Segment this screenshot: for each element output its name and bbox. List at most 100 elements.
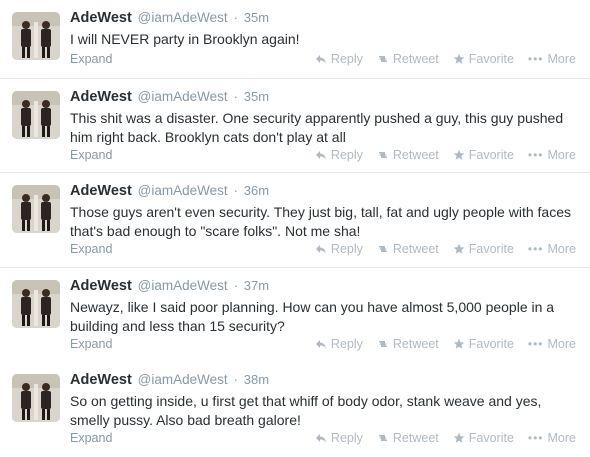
- separator: ·: [233, 89, 238, 104]
- retweet-icon: [378, 341, 387, 347]
- more-button[interactable]: ••• More: [528, 52, 576, 66]
- reply-label: Reply: [330, 337, 363, 351]
- retweet-label: Retweet: [392, 242, 439, 256]
- avatar[interactable]: [12, 91, 60, 139]
- timestamp[interactable]: 36m: [244, 183, 269, 198]
- retweet-icon: [378, 152, 387, 158]
- reply-label: Reply: [330, 431, 363, 445]
- tweet-actions: Reply Retweet Favorite ••• More: [315, 337, 576, 351]
- expand-link[interactable]: Expand: [70, 148, 112, 162]
- more-label: More: [547, 431, 576, 445]
- retweet-label: Retweet: [392, 52, 439, 66]
- favorite-label: Favorite: [468, 52, 514, 66]
- tweet-header: AdeWest @iamAdeWest · 38m: [70, 371, 269, 388]
- separator: ·: [233, 372, 238, 387]
- retweet-button[interactable]: Retweet: [377, 148, 439, 162]
- reply-button[interactable]: Reply: [315, 242, 363, 256]
- username[interactable]: @iamAdeWest: [138, 183, 228, 198]
- tweet-text: This shit was a disaster. One security a…: [70, 110, 564, 145]
- tweet-text: Newayz, like I said poor planning. How c…: [70, 299, 555, 334]
- favorite-button[interactable]: Favorite: [453, 337, 514, 351]
- username[interactable]: @iamAdeWest: [138, 89, 228, 104]
- more-button[interactable]: ••• More: [528, 242, 576, 256]
- avatar[interactable]: [12, 185, 60, 233]
- retweet-label: Retweet: [392, 337, 439, 351]
- reply-button[interactable]: Reply: [315, 431, 363, 445]
- retweet-button[interactable]: Retweet: [377, 337, 439, 351]
- ellipsis-icon: •••: [527, 431, 544, 445]
- retweet-button[interactable]: Retweet: [377, 242, 439, 256]
- reply-button[interactable]: Reply: [315, 148, 363, 162]
- retweet-label: Retweet: [392, 148, 439, 162]
- more-label: More: [547, 148, 576, 162]
- avatar[interactable]: [12, 374, 60, 422]
- favorite-label: Favorite: [468, 148, 514, 162]
- retweet-button[interactable]: Retweet: [377, 431, 439, 445]
- favorite-button[interactable]: Favorite: [453, 52, 514, 66]
- retweet-icon: [378, 56, 387, 62]
- reply-button[interactable]: Reply: [315, 337, 363, 351]
- ellipsis-icon: •••: [527, 52, 544, 66]
- favorite-button[interactable]: Favorite: [453, 148, 514, 162]
- username[interactable]: @iamAdeWest: [138, 10, 228, 25]
- star-icon: [453, 432, 465, 443]
- more-label: More: [547, 52, 576, 66]
- ellipsis-icon: •••: [527, 337, 544, 351]
- tweet-header: AdeWest @iamAdeWest · 37m: [70, 277, 269, 294]
- timestamp[interactable]: 35m: [244, 89, 269, 104]
- reply-arrow-icon: [315, 55, 326, 64]
- fullname[interactable]: AdeWest: [70, 89, 132, 105]
- favorite-label: Favorite: [468, 242, 514, 256]
- tweet-footer: Expand Reply Retweet Favorite ••• More: [70, 242, 576, 258]
- retweet-icon: [378, 435, 387, 441]
- tweet-text: So on getting inside, u first get that w…: [70, 393, 542, 428]
- expand-link[interactable]: Expand: [70, 52, 112, 66]
- retweet-icon: [378, 246, 387, 252]
- tweet-actions: Reply Retweet Favorite ••• More: [315, 242, 576, 256]
- expand-link[interactable]: Expand: [70, 242, 112, 256]
- tweet[interactable]: AdeWest @iamAdeWest · 35m This shit was …: [0, 78, 590, 173]
- retweet-label: Retweet: [392, 431, 439, 445]
- tweet-timeline: AdeWest @iamAdeWest · 35m I will NEVER p…: [0, 0, 590, 457]
- more-button[interactable]: ••• More: [528, 431, 576, 445]
- favorite-button[interactable]: Favorite: [453, 431, 514, 445]
- tweet[interactable]: AdeWest @iamAdeWest · 36m Those guys are…: [0, 173, 590, 268]
- more-button[interactable]: ••• More: [528, 337, 576, 351]
- tweet[interactable]: AdeWest @iamAdeWest · 38m So on getting …: [0, 362, 590, 457]
- star-icon: [453, 149, 465, 160]
- favorite-label: Favorite: [468, 337, 514, 351]
- tweet-header: AdeWest @iamAdeWest · 36m: [70, 182, 269, 199]
- reply-label: Reply: [330, 148, 363, 162]
- fullname[interactable]: AdeWest: [70, 372, 132, 388]
- tweet-footer: Expand Reply Retweet Favorite ••• More: [70, 337, 576, 353]
- fullname[interactable]: AdeWest: [70, 278, 132, 294]
- reply-arrow-icon: [315, 340, 326, 349]
- separator: ·: [233, 278, 238, 293]
- tweet[interactable]: AdeWest @iamAdeWest · 37m Newayz, like I…: [0, 268, 590, 363]
- fullname[interactable]: AdeWest: [70, 183, 132, 199]
- reply-button[interactable]: Reply: [315, 52, 363, 66]
- avatar[interactable]: [12, 12, 60, 60]
- fullname[interactable]: AdeWest: [70, 10, 132, 26]
- expand-link[interactable]: Expand: [70, 337, 112, 351]
- retweet-button[interactable]: Retweet: [377, 52, 439, 66]
- tweet-actions: Reply Retweet Favorite ••• More: [315, 52, 576, 66]
- star-icon: [453, 53, 465, 64]
- timestamp[interactable]: 35m: [244, 10, 269, 25]
- expand-link[interactable]: Expand: [70, 431, 112, 445]
- ellipsis-icon: •••: [527, 148, 544, 162]
- username[interactable]: @iamAdeWest: [138, 278, 228, 293]
- more-button[interactable]: ••• More: [528, 148, 576, 162]
- tweet-text: I will NEVER party in Brooklyn again!: [70, 31, 300, 47]
- username[interactable]: @iamAdeWest: [138, 372, 228, 387]
- favorite-button[interactable]: Favorite: [453, 242, 514, 256]
- timestamp[interactable]: 38m: [244, 372, 269, 387]
- tweet-footer: Expand Reply Retweet Favorite ••• More: [70, 52, 576, 68]
- separator: ·: [233, 10, 238, 25]
- star-icon: [453, 338, 465, 349]
- timestamp[interactable]: 37m: [244, 278, 269, 293]
- reply-arrow-icon: [315, 434, 326, 443]
- tweet-footer: Expand Reply Retweet Favorite ••• More: [70, 148, 576, 164]
- more-label: More: [547, 337, 576, 351]
- avatar[interactable]: [12, 280, 60, 328]
